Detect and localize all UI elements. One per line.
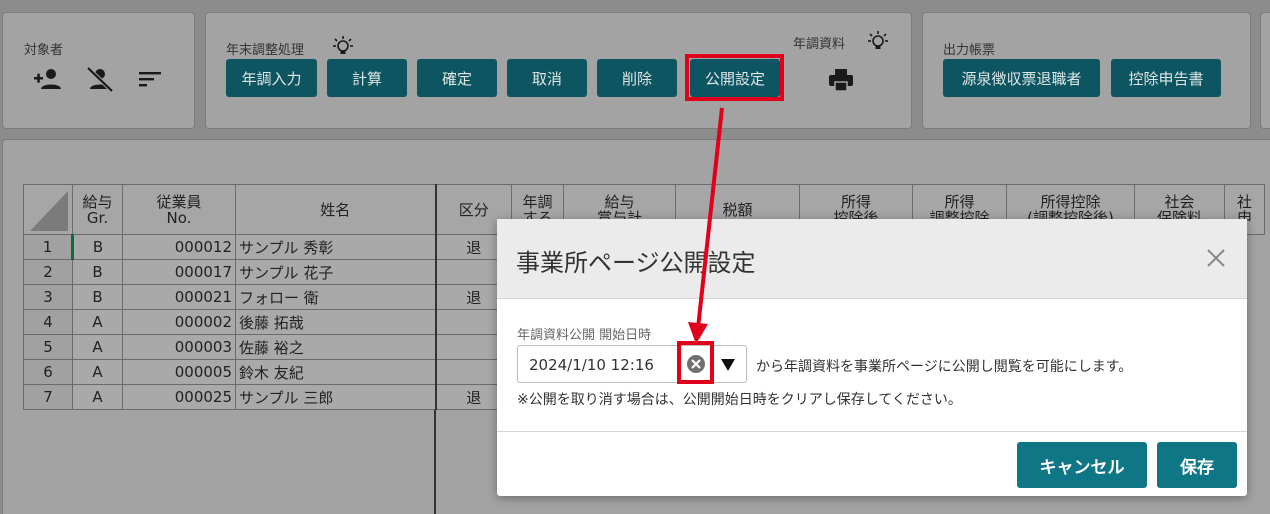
annotation-arrow [688,107,724,344]
